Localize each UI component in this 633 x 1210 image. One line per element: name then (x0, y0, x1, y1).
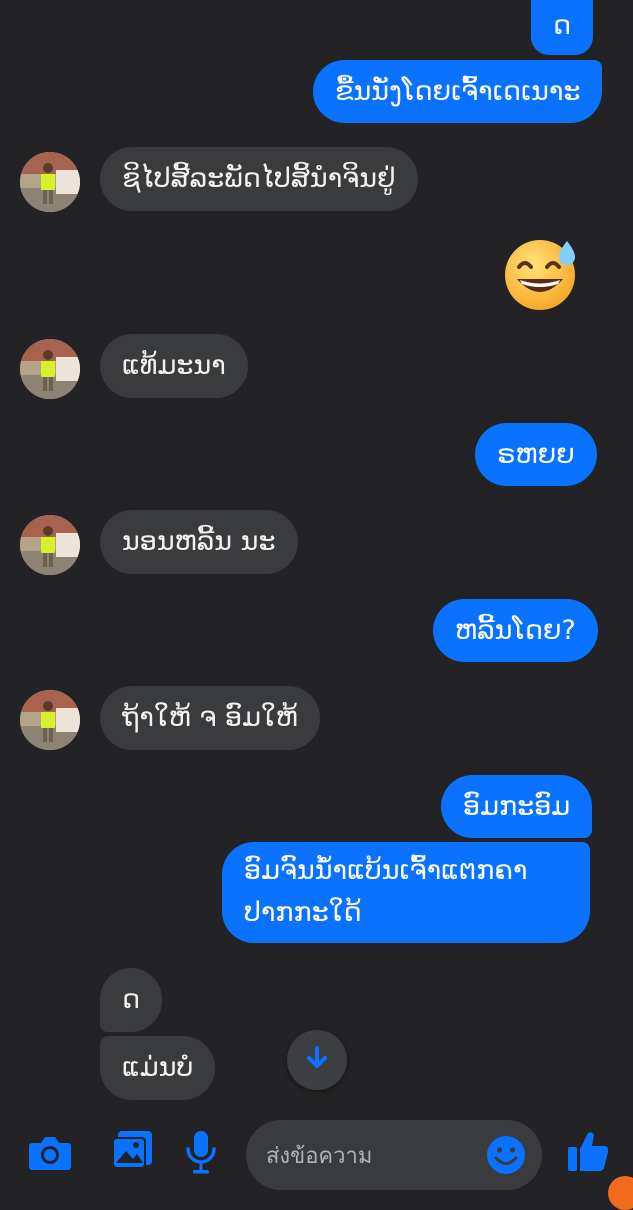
photo-gallery-icon (110, 1129, 154, 1175)
message-text: ດ (122, 984, 141, 1015)
message-input-container (246, 1120, 542, 1192)
message-bubble-outgoing[interactable]: ດ (531, 0, 594, 55)
photo-gallery-button[interactable] (110, 1130, 154, 1174)
grinning-face-with-sweat-icon (503, 235, 581, 317)
message-text: ອົມກະອົມ (463, 791, 571, 822)
message-bubble-incoming[interactable]: ແທ້ມະນາ (100, 334, 248, 398)
contact-avatar[interactable] (20, 152, 80, 212)
notification-badge[interactable] (608, 1176, 633, 1210)
thumbs-up-icon (566, 1129, 610, 1177)
message-text: ຫລີ້ນໂດຍ? (455, 615, 576, 646)
message-bubble-outgoing[interactable]: ອົມຈົນນໍ້າແບ້ນເຈົ້າແຕກຄາປາກກະໃດ້ (222, 842, 590, 943)
message-text: ຣຫຍຍ (497, 439, 575, 470)
arrow-down-icon (304, 1045, 330, 1075)
message-bubble-incoming[interactable]: ແມ່ນບໍ (100, 1036, 216, 1100)
message-bubble-outgoing[interactable]: ຣຫຍຍ (475, 423, 597, 486)
message-text: ແທ້ມະນາ (122, 350, 226, 381)
message-bubble-outgoing[interactable]: ຫລີ້ນໂດຍ? (433, 599, 598, 662)
like-button[interactable] (565, 1130, 611, 1176)
microphone-button[interactable] (182, 1130, 220, 1178)
camera-button[interactable] (28, 1132, 72, 1176)
camera-icon (28, 1133, 72, 1175)
message-bubble-incoming[interactable]: ຊິໄປສີ້ລະພັດໄປສິ້ນຳຈິນຢູ່ (100, 147, 418, 211)
message-text: ດ (553, 10, 572, 41)
emoji-icon[interactable] (486, 1135, 526, 1179)
message-input[interactable] (264, 1120, 478, 1192)
scroll-to-bottom-button[interactable] (287, 1030, 347, 1090)
message-bubble-incoming[interactable]: ນອນຫລີ້ນ ນະ (100, 510, 298, 574)
message-bubble-outgoing[interactable]: ອົມກະອົມ (441, 775, 593, 838)
message-text: ແມ່ນບໍ (122, 1052, 194, 1083)
microphone-icon (184, 1129, 218, 1179)
message-text: ຖ້າໃຫ້ ຈ ອົມໃຫ້ (122, 702, 298, 733)
message-bubble-incoming[interactable]: ຖ້າໃຫ້ ຈ ອົມໃຫ້ (100, 686, 320, 750)
message-composer (0, 1108, 633, 1200)
message-bubble-incoming[interactable]: ດ (100, 968, 163, 1032)
message-text: ຊິໄປສີ້ລະພັດໄປສິ້ນຳຈິນຢູ່ (122, 163, 396, 194)
contact-avatar[interactable] (20, 690, 80, 750)
message-text: ນອນຫລີ້ນ ນະ (122, 526, 276, 557)
message-bubble-outgoing[interactable]: ຂື້ນນັ່ງໂດຍເຈົ້າເດເນາະ (313, 60, 603, 123)
message-text: ຂື້ນນັ່ງໂດຍເຈົ້າເດເນາະ (335, 76, 581, 107)
contact-avatar[interactable] (20, 515, 80, 575)
message-text: ອົມຈົນນໍ້າແບ້ນເຈົ້າແຕກຄາປາກກະໃດ້ (244, 855, 528, 928)
contact-avatar[interactable] (20, 339, 80, 399)
